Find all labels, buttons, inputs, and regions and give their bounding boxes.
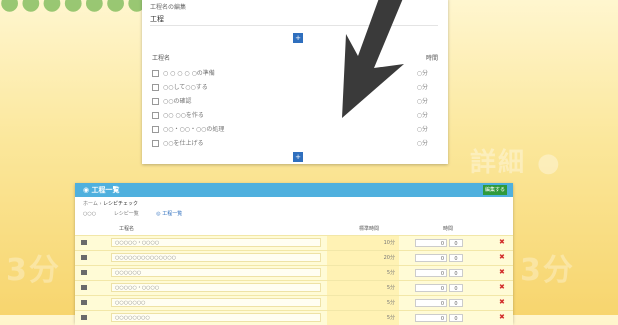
edit-icon[interactable] [81, 300, 87, 305]
process-name-field[interactable]: ○○○○○・○○○○ [111, 283, 321, 292]
background-caption-mid: 詳細 ● [470, 148, 562, 178]
delete-icon[interactable]: ✖ [499, 253, 505, 262]
table-row: ○○○○○○○ 5分 0 0 ✖ [75, 295, 513, 310]
checkbox-icon[interactable] [152, 70, 159, 77]
tab-first[interactable]: ○○○ [83, 211, 96, 217]
background-caption-left: 3分 [6, 253, 61, 288]
table-header: 工程名 標準時間 時間 [75, 223, 513, 233]
process-list-panel: ◉ 工程一覧 編集する ホーム › レシピチェック ○○○ レシピ一覧 ◎ 工程… [75, 183, 513, 325]
col-process: 工程名 [119, 226, 135, 232]
table-row: ○○○○○○○○ 5分 0 0 ✖ [75, 310, 513, 325]
dialog-row-label: ○○して○○する [163, 84, 208, 91]
standard-time: 10分 [327, 236, 399, 250]
breadcrumb: ホーム › レシピチェック [83, 200, 138, 207]
edit-icon[interactable] [81, 285, 87, 290]
standard-time: 5分 [327, 296, 399, 310]
process-name-field[interactable]: ○○○○○○○○ [111, 313, 321, 322]
table-row: ○○○○○・○○○○ 5分 0 0 ✖ [75, 280, 513, 295]
process-name-field[interactable]: ○○○○○・○○○○ [111, 238, 321, 247]
table-row: ○○○○○○○○○○○○○○ 20分 0 0 ✖ [75, 250, 513, 265]
table-row: ○○○○○○ 5分 0 0 ✖ [75, 265, 513, 280]
process-name-field[interactable]: ○○○○○○○ [111, 298, 321, 307]
minutes-select[interactable]: 0 [415, 254, 447, 262]
checkbox-icon[interactable] [152, 84, 159, 91]
edit-button[interactable]: 編集する [483, 185, 507, 195]
minutes-select[interactable]: 0 [415, 239, 447, 247]
edit-icon[interactable] [81, 270, 87, 275]
edit-icon[interactable] [81, 255, 87, 260]
arrow-down-left-icon [342, 0, 404, 118]
background-caption-right: 3分 [520, 253, 575, 288]
checkbox-icon[interactable] [152, 126, 159, 133]
seconds-select[interactable]: 0 [449, 284, 463, 292]
checkbox-icon[interactable] [152, 98, 159, 105]
col-standard-time: 標準時間 [359, 226, 380, 232]
delete-icon[interactable]: ✖ [499, 268, 505, 277]
dialog-row-label: ○○・○○・○○の処理 [163, 126, 225, 133]
background-caption-top: ●●●●●●● [0, 0, 149, 15]
dialog-row-value: ○分 [416, 126, 428, 133]
checkbox-icon[interactable] [152, 140, 159, 147]
tab-process-list[interactable]: ◎ 工程一覧 [156, 211, 182, 217]
add-row-button-bottom[interactable]: + [293, 152, 303, 162]
standard-time: 5分 [327, 311, 399, 325]
standard-time: 20分 [327, 251, 399, 265]
edit-icon[interactable] [81, 240, 87, 245]
dialog-row-label: ○ ○ ○ ○ ○の準備 [163, 70, 215, 77]
tab-recipe-list[interactable]: レシピ一覧 [114, 211, 139, 217]
seconds-select[interactable]: 0 [449, 314, 463, 322]
dialog-title: 工程名の編集 [150, 4, 187, 11]
col-time: 時間 [443, 226, 454, 232]
minutes-select[interactable]: 0 [415, 284, 447, 292]
add-row-button-top[interactable]: + [293, 33, 303, 43]
panel-header: ◉ 工程一覧 編集する [75, 183, 513, 197]
delete-icon[interactable]: ✖ [499, 283, 505, 292]
delete-icon[interactable]: ✖ [499, 238, 505, 247]
dialog-row-value: ○分 [416, 140, 428, 147]
dialog-col-process: 工程名 [152, 55, 171, 62]
breadcrumb-current: レシピチェック [103, 201, 139, 207]
panel-tabs: ○○○ レシピ一覧 ◎ 工程一覧 [83, 210, 198, 217]
delete-icon[interactable]: ✖ [499, 298, 505, 307]
process-name-input[interactable]: 工程 [150, 14, 164, 24]
edit-icon[interactable] [81, 315, 87, 320]
seconds-select[interactable]: 0 [449, 269, 463, 277]
minutes-select[interactable]: 0 [415, 299, 447, 307]
minutes-select[interactable]: 0 [415, 269, 447, 277]
minutes-select[interactable]: 0 [415, 314, 447, 322]
process-name-field[interactable]: ○○○○○○ [111, 268, 321, 277]
dialog-col-time: 時間 [425, 55, 438, 62]
standard-time: 5分 [327, 266, 399, 280]
table-row: ○○○○○・○○○○ 10分 0 0 ✖ [75, 235, 513, 250]
standard-time: 5分 [327, 281, 399, 295]
seconds-select[interactable]: 0 [449, 299, 463, 307]
delete-icon[interactable]: ✖ [499, 313, 505, 322]
panel-title: ◉ 工程一覧 [83, 186, 120, 194]
dialog-row-label: ○○を仕上げる [163, 140, 204, 147]
dialog-row-label: ○○ ○○を作る [163, 112, 204, 119]
process-name-field[interactable]: ○○○○○○○○○○○○○○ [111, 253, 321, 262]
dialog-row-label: ○○の確認 [163, 98, 192, 105]
seconds-select[interactable]: 0 [449, 239, 463, 247]
breadcrumb-home[interactable]: ホーム › [83, 201, 101, 207]
checkbox-icon[interactable] [152, 112, 159, 119]
dialog-row[interactable]: ○○・○○・○○の処理 ○分 [152, 124, 428, 136]
dialog-row[interactable]: ○○を仕上げる ○分 [152, 138, 428, 150]
seconds-select[interactable]: 0 [449, 254, 463, 262]
